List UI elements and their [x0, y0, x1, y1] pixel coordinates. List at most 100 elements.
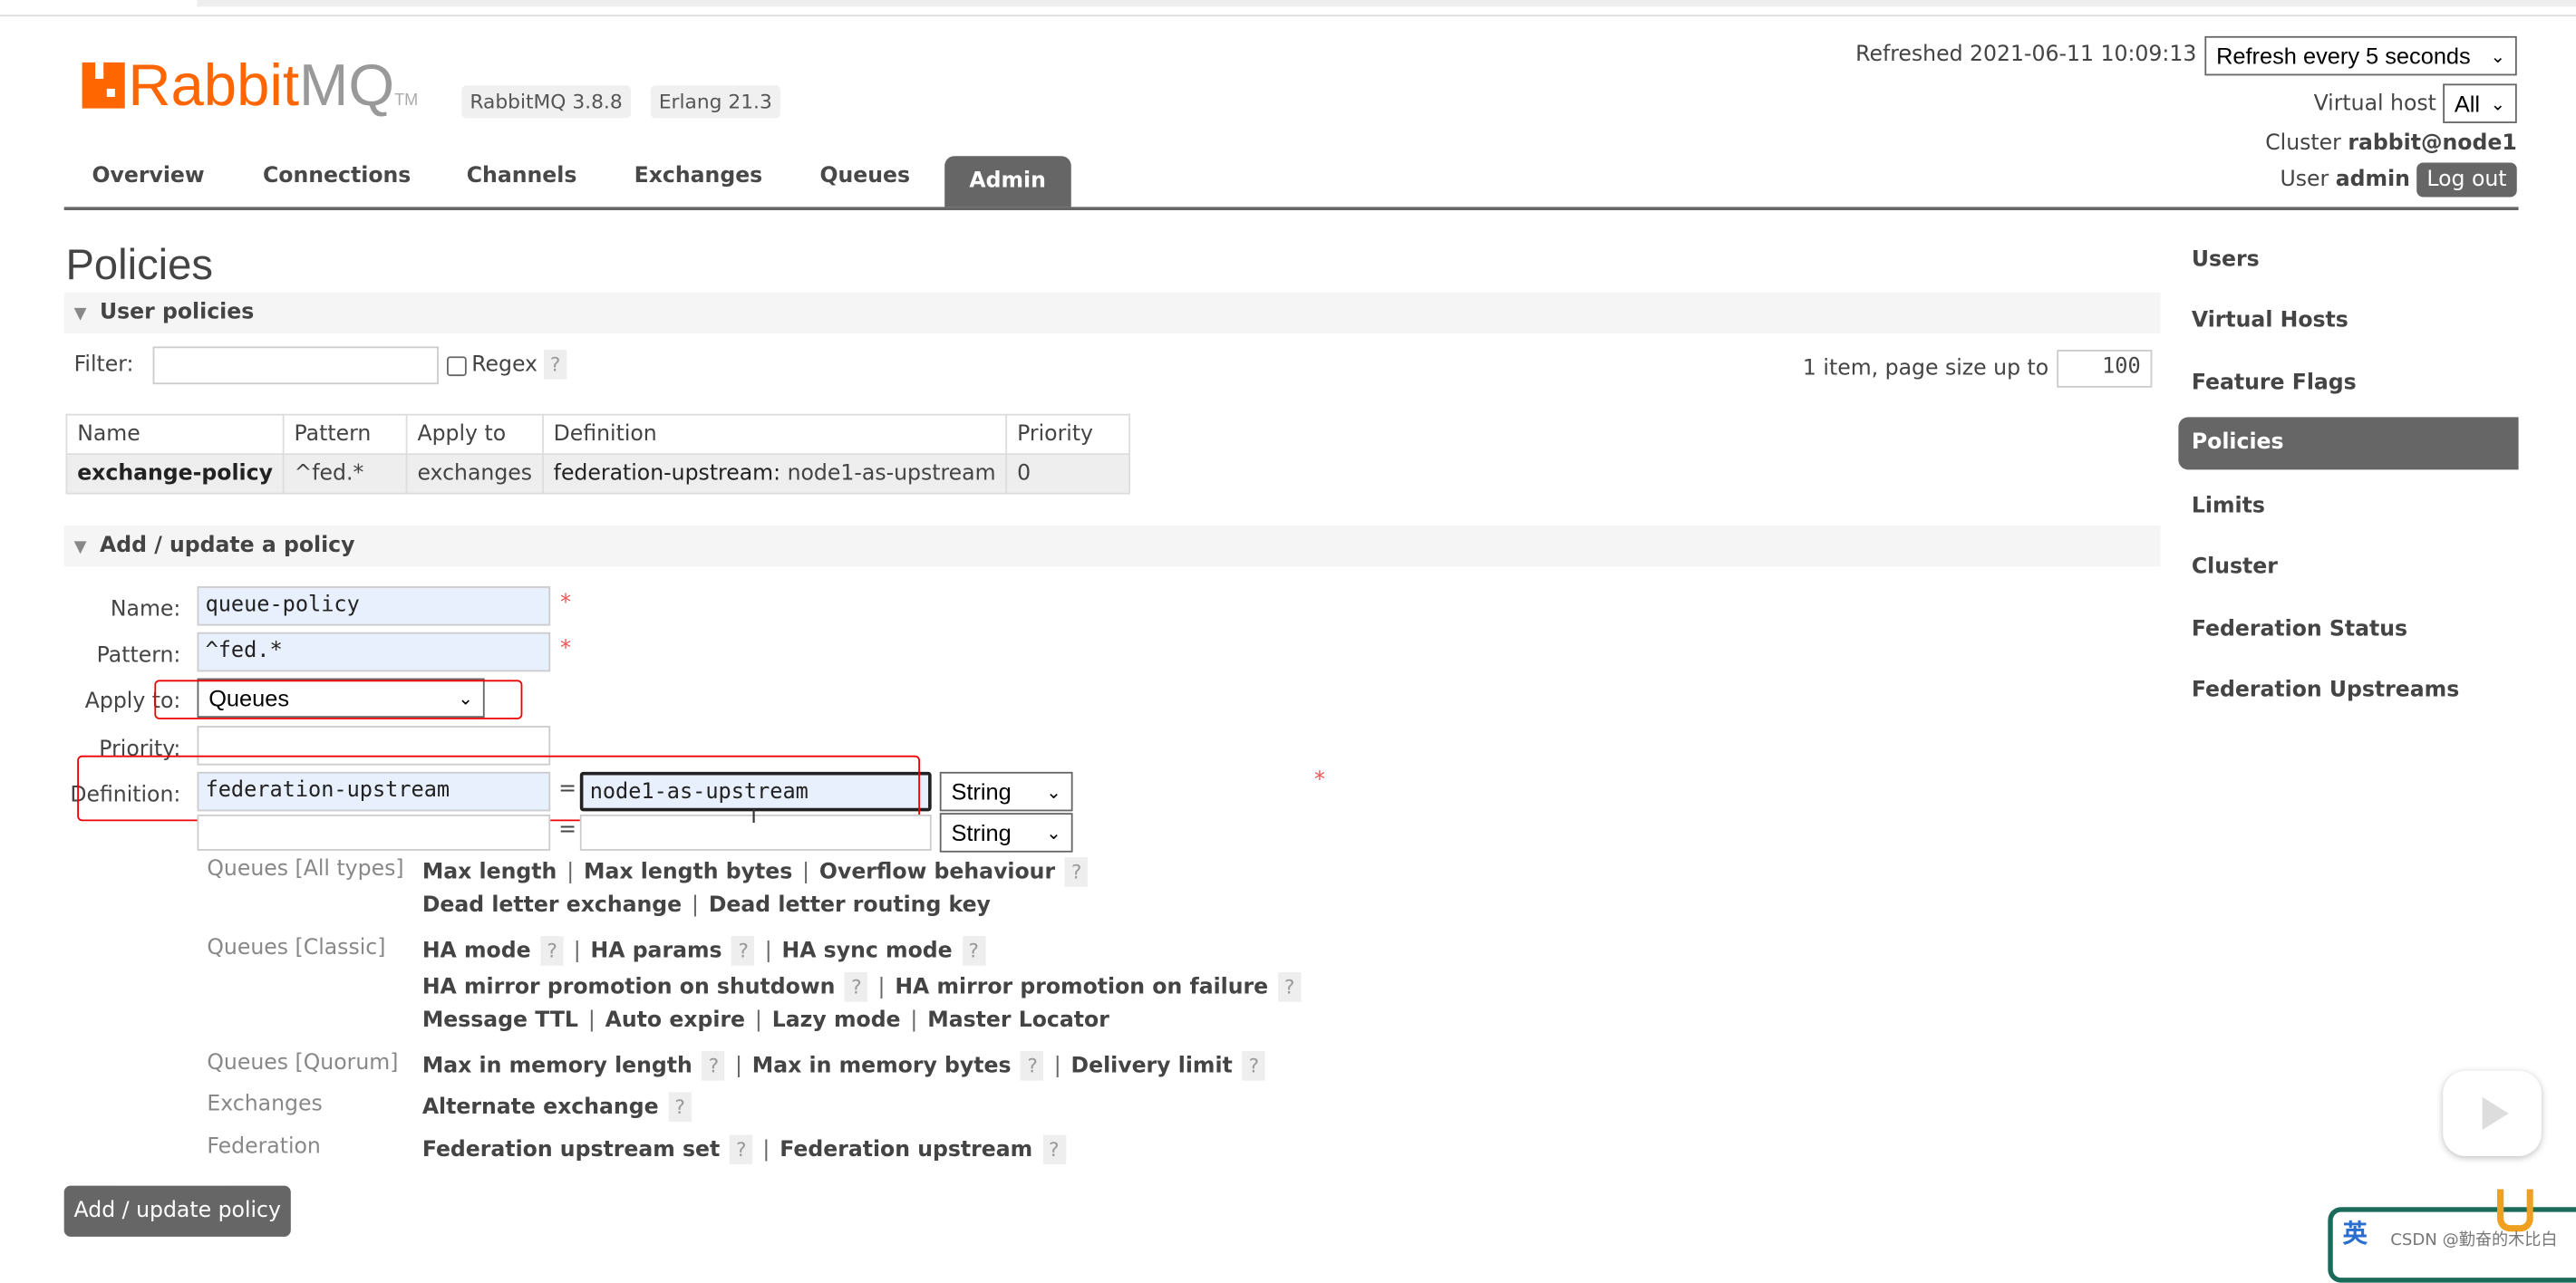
highlight-box — [154, 680, 522, 719]
help-category-label: Queues [All types] — [207, 857, 403, 882]
col-apply-to[interactable]: Apply to — [407, 415, 543, 455]
separator: | — [1054, 1055, 1061, 1079]
definition-key-link[interactable]: Max length bytes — [584, 861, 792, 885]
tab-exchanges[interactable]: Exchanges — [634, 164, 763, 188]
regex-label: Regex — [471, 353, 537, 378]
definition-key-link[interactable]: Max length — [422, 861, 557, 885]
definition-key-link[interactable]: Federation upstream set — [422, 1138, 720, 1162]
page-size-input[interactable]: 100 — [2057, 350, 2152, 388]
tab-channels[interactable]: Channels — [467, 164, 577, 188]
ime-char: 英 — [2343, 1215, 2368, 1249]
help-links-row: Message TTL|Auto expire|Lazy mode|Master… — [422, 1008, 1109, 1033]
rabbitmq-logo[interactable]: RabbitMQTM — [82, 54, 419, 133]
help-icon[interactable]: ? — [1243, 1051, 1265, 1081]
definition-key-link[interactable]: Dead letter routing key — [709, 893, 991, 918]
filter-label: Filter: — [74, 353, 134, 378]
cluster-label: Cluster — [2265, 131, 2341, 156]
definition-type-select-2[interactable]: String⌄ — [940, 813, 1073, 853]
table-row[interactable]: exchange-policy ^fed.* exchanges federat… — [66, 454, 1129, 494]
help-links-row: HA mode? | HA params? | HA sync mode? — [422, 936, 985, 966]
definition-key: federation-upstream: — [554, 461, 780, 486]
col-pattern[interactable]: Pattern — [284, 415, 407, 455]
virtual-host-select[interactable]: All⌄ — [2443, 83, 2517, 123]
regex-checkbox[interactable] — [447, 356, 467, 376]
definition-key-link[interactable]: Alternate exchange — [422, 1095, 659, 1120]
separator: | — [765, 940, 772, 964]
add-policy-section-header[interactable]: ▼Add / update a policy — [64, 526, 2161, 566]
help-icon[interactable]: ? — [1278, 972, 1301, 1002]
separator: | — [735, 1055, 742, 1079]
definition-key-link[interactable]: HA mode — [422, 940, 531, 964]
paging-text: 1 item, page size up to — [1803, 356, 2048, 381]
definition-key-link[interactable]: Max in memory bytes — [752, 1055, 1012, 1079]
logo-text-mq: MQ — [299, 51, 394, 118]
col-priority[interactable]: Priority — [1006, 415, 1129, 455]
tab-admin[interactable]: Admin — [944, 156, 1070, 207]
col-name[interactable]: Name — [66, 415, 283, 455]
sidebar-item-limits[interactable]: Limits — [2192, 495, 2265, 519]
cluster-name: rabbit@node1 — [2348, 131, 2516, 156]
tab-queues[interactable]: Queues — [819, 164, 910, 188]
definition-key-link[interactable]: Dead letter exchange — [422, 893, 682, 918]
filter-input[interactable] — [153, 346, 439, 384]
definition-key-link[interactable]: Federation upstream — [780, 1138, 1032, 1162]
sidebar-item-policies[interactable]: Policies — [2178, 417, 2518, 469]
col-definition[interactable]: Definition — [543, 415, 1006, 455]
bilibili-tv-icon[interactable] — [2443, 1071, 2542, 1156]
refresh-interval-select[interactable]: Refresh every 5 seconds⌄ — [2204, 36, 2516, 76]
definition-type-select[interactable]: String⌄ — [940, 772, 1073, 812]
definition-key-link[interactable]: Max in memory length — [422, 1055, 692, 1079]
cell-apply-to: exchanges — [407, 454, 543, 494]
definition-key-link[interactable]: HA params — [591, 940, 722, 964]
sidebar-item-cluster[interactable]: Cluster — [2192, 555, 2278, 580]
help-icon[interactable]: ? — [540, 936, 563, 966]
separator: | — [910, 1008, 917, 1033]
pattern-input[interactable]: ^fed.* — [198, 632, 551, 672]
sidebar-item-virtual-hosts[interactable]: Virtual Hosts — [2192, 309, 2348, 333]
rabbitmq-management-page: RabbitMQTM RabbitMQ 3.8.8 Erlang 21.3 Ov… — [0, 0, 2576, 1253]
help-icon[interactable]: ? — [668, 1092, 691, 1122]
help-icon[interactable]: ? — [1042, 1134, 1065, 1164]
help-icon[interactable]: ? — [702, 1051, 725, 1081]
nav-underline — [64, 207, 2519, 210]
separator: | — [802, 861, 809, 885]
help-icon[interactable]: ? — [1065, 857, 1088, 887]
help-icon[interactable]: ? — [845, 972, 867, 1002]
help-icon[interactable]: ? — [962, 936, 984, 966]
separator: | — [574, 940, 581, 964]
separator: | — [567, 861, 574, 885]
definition-key-link[interactable]: HA mirror promotion on failure — [895, 976, 1268, 1000]
tab-overview[interactable]: Overview — [92, 164, 205, 188]
user-policies-section-header[interactable]: ▼User policies — [64, 293, 2161, 333]
text-cursor-icon: I — [751, 805, 756, 827]
help-icon[interactable]: ? — [731, 936, 754, 966]
logo-text-rabbit: Rabbit — [128, 51, 299, 118]
sidebar-item-federation-upstreams[interactable]: Federation Upstreams — [2192, 679, 2459, 703]
sidebar-item-feature-flags[interactable]: Feature Flags — [2192, 371, 2357, 396]
add-update-policy-button[interactable]: Add / update policy — [64, 1186, 291, 1237]
definition-key-link[interactable]: HA sync mode — [782, 940, 953, 964]
definition-key-link[interactable]: Auto expire — [605, 1008, 745, 1033]
definition-key-link[interactable]: HA mirror promotion on shutdown — [422, 976, 836, 1000]
sidebar-item-users[interactable]: Users — [2192, 248, 2260, 273]
chevron-down-icon: ⌄ — [1046, 781, 1061, 803]
help-links-row: Dead letter exchange|Dead letter routing… — [422, 893, 991, 918]
logout-button[interactable]: Log out — [2416, 162, 2517, 197]
help-icon[interactable]: ? — [730, 1134, 752, 1164]
collapse-triangle-icon: ▼ — [74, 527, 87, 568]
help-icon[interactable]: ? — [544, 350, 567, 380]
definition-key-input-2[interactable] — [198, 815, 551, 851]
separator: | — [588, 1008, 596, 1033]
sidebar-item-federation-status[interactable]: Federation Status — [2192, 618, 2407, 642]
policy-name-link[interactable]: exchange-policy — [66, 454, 283, 494]
definition-key-link[interactable]: Message TTL — [422, 1008, 578, 1033]
definition-key-link[interactable]: Overflow behaviour — [819, 861, 1055, 885]
definition-key-link[interactable]: Delivery limit — [1071, 1055, 1233, 1079]
collapse-triangle-icon: ▼ — [74, 294, 87, 334]
definition-key-link[interactable]: Master Locator — [927, 1008, 1109, 1033]
help-icon[interactable]: ? — [1021, 1051, 1043, 1081]
policy-name-input[interactable]: queue-policy — [198, 586, 551, 626]
tab-connections[interactable]: Connections — [263, 164, 411, 188]
definition-key-link[interactable]: Lazy mode — [772, 1008, 901, 1033]
separator: | — [877, 976, 885, 1000]
